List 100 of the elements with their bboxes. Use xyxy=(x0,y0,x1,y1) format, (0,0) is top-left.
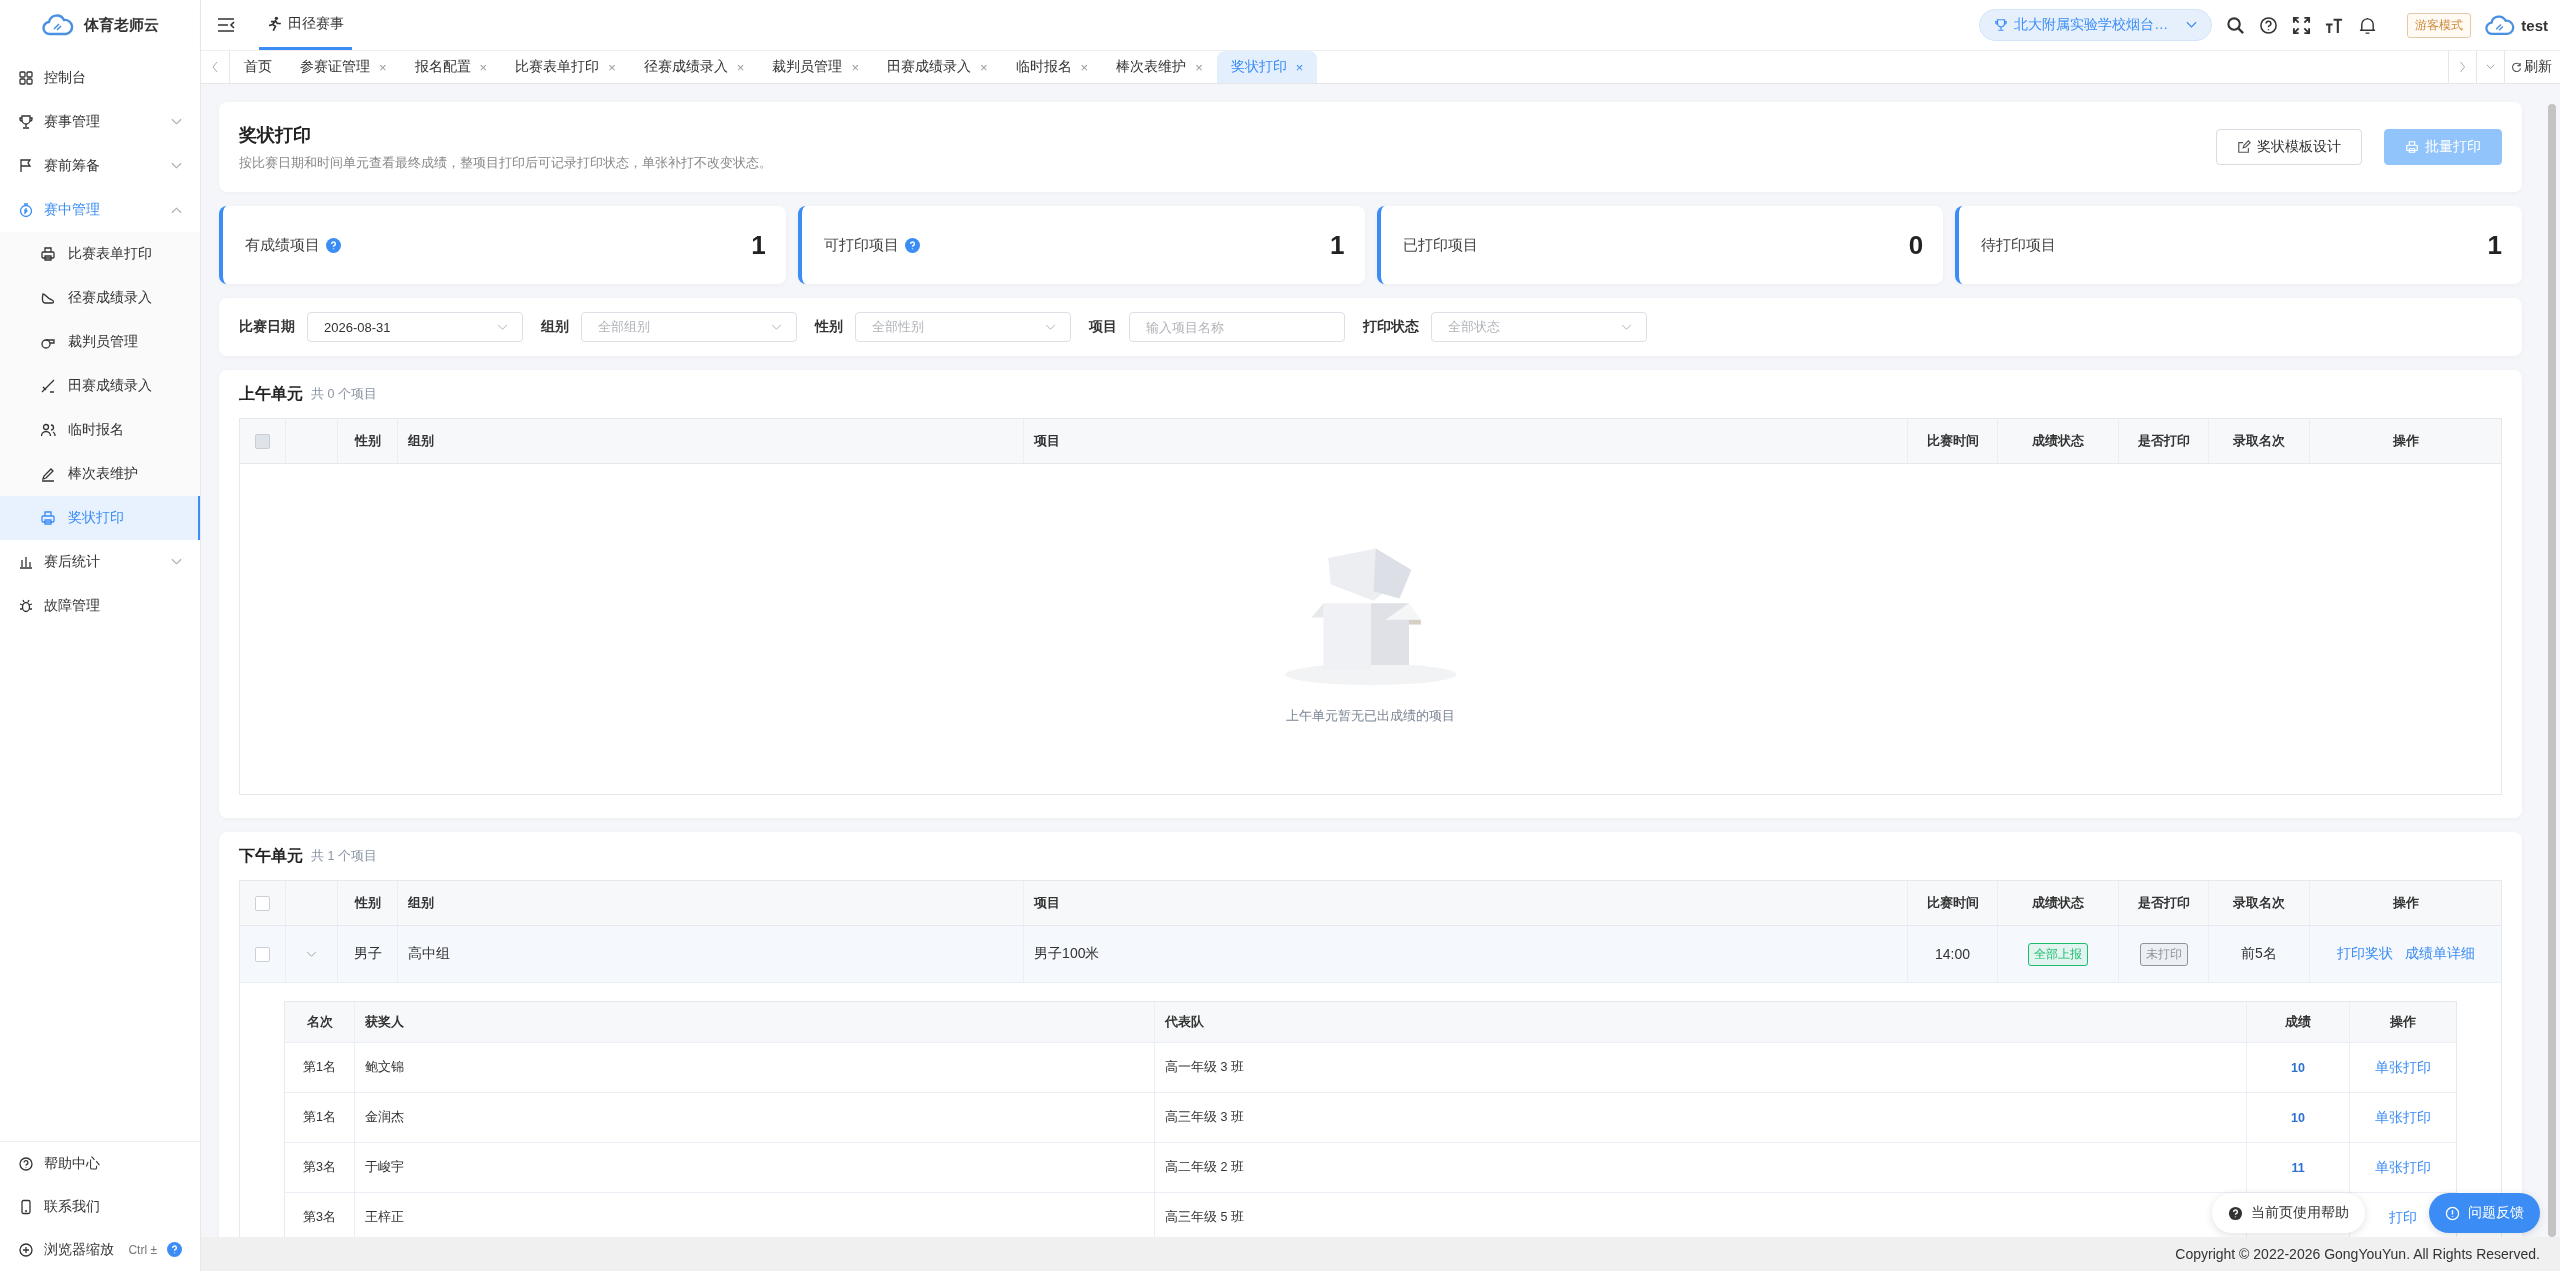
checkbox[interactable] xyxy=(255,895,270,911)
copyright-text: Copyright © 2022-2026 GongYouYun. All Rights Reserved. xyxy=(2175,1246,2540,1262)
stat-value: 1 xyxy=(1330,229,1345,261)
sidebar-subitem[interactable]: 径赛成绩录入 xyxy=(0,276,200,320)
sidebar-item[interactable]: 故障管理 xyxy=(0,584,200,628)
column-header: 比赛时间 xyxy=(1908,419,1998,463)
fullscreen-icon[interactable] xyxy=(2292,15,2312,35)
stat-card: 有成绩项目 1 xyxy=(219,206,786,284)
table-cell: 第1名 xyxy=(285,1043,355,1092)
grid-icon xyxy=(18,70,34,86)
chevron-down-icon xyxy=(497,323,508,331)
page-tab[interactable]: 临时报名 × xyxy=(1001,51,1103,83)
single-print-link[interactable]: 单张打印 xyxy=(2375,1058,2431,1077)
page-tab[interactable]: 首页 xyxy=(230,51,286,83)
info-icon xyxy=(2445,1205,2460,1221)
page-tab[interactable]: 径赛成绩录入 × xyxy=(629,51,759,83)
input-field[interactable]: 输入项目名称 xyxy=(1129,312,1345,342)
column-header: 操作 xyxy=(2389,1013,2417,1031)
table-cell: 高中组 xyxy=(398,926,1025,982)
scrollbar[interactable] xyxy=(2548,104,2556,1237)
runner-icon xyxy=(267,16,282,31)
app-name: 体育老师云 xyxy=(83,15,159,35)
column-header: 组别 xyxy=(398,419,1025,463)
column-header: 成绩状态 xyxy=(1998,881,2119,925)
help-icon[interactable] xyxy=(2259,15,2279,35)
printer-icon xyxy=(40,246,56,262)
page-tab[interactable]: 田赛成绩录入 × xyxy=(872,51,1002,83)
cloud-logo-icon xyxy=(41,14,74,36)
print-status-tag: 未打印 xyxy=(2139,942,2188,966)
page-tab[interactable]: 棒次表维护 × xyxy=(1102,51,1217,83)
column-header: 性别 xyxy=(338,881,398,925)
sidebar-link[interactable]: 帮助中心 xyxy=(0,1142,200,1185)
people-icon xyxy=(40,422,56,438)
column-header: 成绩状态 xyxy=(1998,419,2119,463)
phone-icon xyxy=(18,1198,34,1215)
table-cell: 男子 xyxy=(338,926,398,982)
empty-text: 上午单元暂无已出成绩的项目 xyxy=(1286,706,1455,725)
template-design-button[interactable]: 奖状模板设计 xyxy=(2216,129,2362,165)
column-header: 操作 xyxy=(2391,432,2420,450)
column-header: 组别 xyxy=(398,881,1025,925)
bell-icon[interactable] xyxy=(2358,15,2378,35)
sidebar-subitem[interactable]: 裁判员管理 xyxy=(0,320,200,364)
chevron-down-icon xyxy=(1621,323,1632,331)
filter-label: 比赛日期 xyxy=(239,318,295,336)
search-icon[interactable] xyxy=(2226,15,2246,35)
table-cell: 于峻宇 xyxy=(355,1143,1155,1192)
sidebar-subitem[interactable]: 田赛成绩录入 xyxy=(0,364,200,408)
stat-card: 已打印项目 0 xyxy=(1376,206,1944,284)
sidebar-item[interactable]: 赛后统计 xyxy=(0,540,200,584)
zoom-icon xyxy=(18,1241,34,1258)
stat-value: 0 xyxy=(1908,229,1924,261)
help-icon xyxy=(2228,1205,2243,1221)
sidebar-item[interactable]: 赛前筹备 xyxy=(0,144,200,188)
filter-label: 项目 xyxy=(1089,318,1117,336)
trophy-icon xyxy=(1994,18,2009,32)
chevron-down-icon[interactable] xyxy=(306,950,317,958)
single-print-link[interactable]: 单张打印 xyxy=(2375,1108,2431,1127)
column-header: 录取名次 xyxy=(2209,881,2310,925)
sidebar-subitem[interactable]: 棒次表维护 xyxy=(0,452,200,496)
page-tab[interactable]: 比赛表单打印 × xyxy=(501,51,630,83)
checkbox[interactable] xyxy=(255,946,270,962)
stat-value: 1 xyxy=(751,229,766,261)
stat-value: 1 xyxy=(2487,229,2502,261)
column-header: 项目 xyxy=(1024,881,1908,925)
table-cell: 鲍文锦 xyxy=(355,1043,1155,1092)
menu-icon[interactable] xyxy=(217,18,235,32)
refresh-button[interactable]: 刷新 xyxy=(2504,51,2560,83)
cloud-avatar-icon[interactable] xyxy=(2485,14,2516,36)
column-header: 项目 xyxy=(1024,419,1908,463)
refresh-icon xyxy=(2511,61,2522,73)
chart-icon xyxy=(18,554,34,570)
help-icon xyxy=(18,1155,34,1172)
filter-label: 性别 xyxy=(815,318,843,336)
column-header: 录取名次 xyxy=(2209,419,2310,463)
page-title: 奖状打印 xyxy=(239,123,312,147)
sidebar-link[interactable]: 联系我们 xyxy=(0,1185,200,1228)
page-tab[interactable]: 裁判员管理 × xyxy=(758,51,873,83)
sidebar-item[interactable]: 赛事管理 xyxy=(0,100,200,144)
sidebar-subitem[interactable]: 临时报名 xyxy=(0,408,200,452)
sidebar-subitem[interactable]: 比赛表单打印 xyxy=(0,232,200,276)
flag-icon xyxy=(18,158,34,174)
single-print-link[interactable]: 单张打印 xyxy=(2375,1158,2431,1177)
chevron-down-icon xyxy=(2186,21,2198,29)
single-print-link[interactable]: 打印 xyxy=(2389,1208,2417,1227)
table-cell: 金润杰 xyxy=(355,1093,1155,1142)
sidebar-item[interactable]: 赛中管理 xyxy=(0,188,200,232)
page-help-button[interactable]: 当前页使用帮助 xyxy=(2212,1193,2365,1233)
column-header: 是否打印 xyxy=(2119,881,2209,925)
select-field[interactable]: 2026-08-31 xyxy=(307,312,523,342)
table-cell: 前5名 xyxy=(2209,926,2310,982)
table-cell: 11 xyxy=(2247,1143,2350,1192)
sidebar-link[interactable]: 浏览器缩放 Ctrl ± xyxy=(0,1228,200,1271)
page-tab[interactable]: 报名配置 × xyxy=(400,51,502,83)
column-header: 性别 xyxy=(338,419,398,463)
stat-card: 待打印项目 1 xyxy=(1955,206,2522,284)
chevron-down-icon xyxy=(1045,323,1056,331)
page-tab[interactable]: 参赛证管理 × xyxy=(286,51,401,83)
chevron-down-icon xyxy=(771,323,782,331)
user-name[interactable]: test xyxy=(2521,16,2548,34)
sidebar-item[interactable]: 控制台 xyxy=(0,56,200,100)
